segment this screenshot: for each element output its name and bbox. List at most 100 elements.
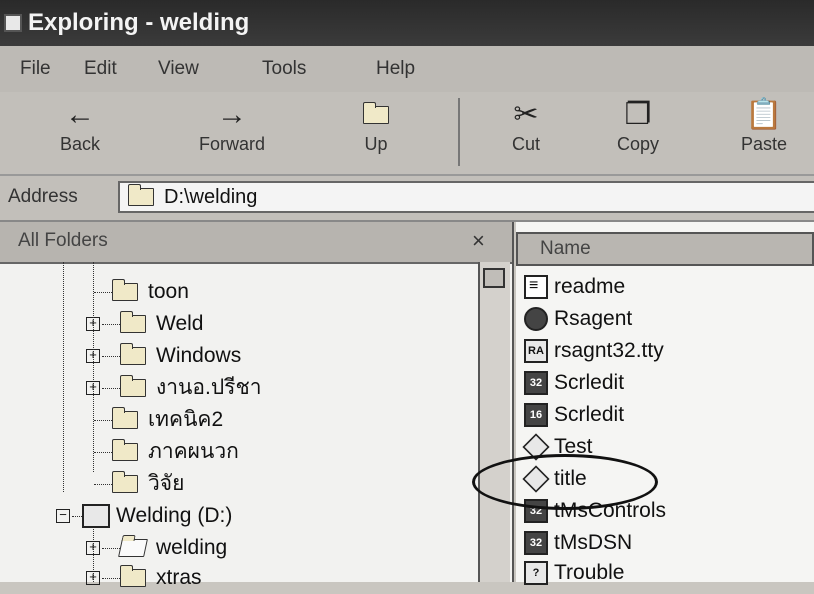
- up-folder-icon: [330, 96, 422, 134]
- copy-label: Copy: [616, 134, 660, 154]
- address-bar: Address D:\welding: [0, 176, 814, 222]
- folder-icon: [120, 343, 146, 366]
- tree-label: ภาคผนวก: [148, 440, 239, 463]
- tree-item-windows[interactable]: + Windows: [86, 340, 241, 372]
- forward-label: Forward: [198, 134, 265, 154]
- copy-icon: ❐: [624, 98, 652, 131]
- toolbar-separator: [458, 98, 460, 166]
- expand-icon[interactable]: +: [86, 348, 100, 364]
- tree-label: Weld: [156, 312, 204, 335]
- folder-icon: [112, 279, 138, 302]
- file-item[interactable]: readme: [524, 272, 625, 302]
- menu-help[interactable]: Help: [376, 58, 415, 80]
- app-32-icon: 32: [524, 371, 548, 396]
- menu-file[interactable]: File: [20, 58, 51, 80]
- app-16-icon: 16: [524, 403, 548, 428]
- copy-button[interactable]: ❐ Copy: [592, 96, 684, 170]
- text-file-icon: [524, 275, 548, 300]
- paste-icon: 📋: [745, 98, 783, 131]
- folder-icon: [112, 407, 138, 430]
- menu-bar: File Edit View Tools Help: [0, 46, 814, 92]
- file-item[interactable]: ? Trouble: [524, 558, 624, 588]
- file-item[interactable]: 32 tMsDSN: [524, 528, 632, 558]
- forward-button[interactable]: → Forward: [186, 96, 278, 170]
- tree-label: งานอ.ปรีชา: [156, 376, 262, 399]
- highlight-circle: [472, 454, 658, 510]
- folder-icon: [112, 471, 138, 494]
- tree-item-thai-3[interactable]: ภาคผนวก: [94, 436, 239, 468]
- tty-file-icon: RA: [524, 339, 548, 364]
- cd-drive-icon: [82, 504, 110, 529]
- address-label: Address: [8, 186, 78, 207]
- file-item[interactable]: RA rsagnt32.tty: [524, 336, 664, 366]
- tree-label: xtras: [156, 566, 202, 589]
- tree-scrollbar[interactable]: [478, 262, 510, 582]
- explorer-app-icon: [4, 14, 22, 32]
- tree-item-thai-4[interactable]: วิจัย: [94, 468, 184, 500]
- tree-line: [94, 419, 112, 421]
- folder-icon: [120, 375, 146, 398]
- expand-icon[interactable]: +: [86, 380, 100, 396]
- folder-panel-title: All Folders: [18, 230, 108, 251]
- window-title: Exploring - welding: [28, 9, 250, 36]
- app-32-icon: 32: [524, 531, 548, 556]
- menu-edit[interactable]: Edit: [84, 58, 117, 80]
- file-item[interactable]: Rsagent: [524, 304, 632, 334]
- folder-tree-panel: All Folders × toon + Weld + Windows + งานอ.…: [0, 222, 514, 589]
- file-name: readme: [554, 275, 626, 298]
- tree-item-welding[interactable]: + welding: [86, 532, 227, 564]
- title-bar: Exploring - welding: [0, 0, 814, 46]
- back-label: Back: [59, 134, 101, 154]
- tree-item-thai-2[interactable]: เทคนิค2: [94, 404, 223, 436]
- tree-label: welding: [156, 536, 228, 559]
- file-name: Scrledit: [554, 371, 625, 394]
- menu-tools[interactable]: Tools: [262, 58, 306, 80]
- scissors-icon: ✂: [513, 98, 539, 131]
- tree-line: [72, 515, 82, 517]
- tree-label: Welding (D:): [116, 504, 233, 527]
- address-value: D:\welding: [164, 185, 258, 208]
- cut-button[interactable]: ✂ Cut: [480, 96, 572, 170]
- tree-line: [102, 577, 120, 579]
- address-input[interactable]: D:\welding: [118, 181, 814, 213]
- menu-view[interactable]: View: [158, 58, 199, 80]
- up-button[interactable]: Up: [330, 96, 422, 170]
- file-name: Rsagent: [554, 307, 633, 330]
- back-arrow-icon: ←: [65, 98, 95, 131]
- close-panel-button[interactable]: ×: [472, 228, 485, 254]
- file-name: Scrledit: [554, 403, 625, 426]
- scroll-up-button[interactable]: [483, 268, 505, 288]
- paste-button[interactable]: 📋 Paste: [718, 96, 810, 170]
- tree-label: Windows: [156, 344, 242, 367]
- paste-label: Paste: [740, 134, 788, 154]
- name-column-header[interactable]: Name: [516, 232, 814, 266]
- folder-icon: [112, 439, 138, 462]
- tree-item-thai-1[interactable]: + งานอ.ปรีชา: [86, 372, 262, 404]
- tree-item-xtras[interactable]: + xtras: [86, 562, 202, 594]
- file-item[interactable]: 32 Scrledit: [524, 368, 624, 398]
- file-name: Trouble: [554, 561, 625, 584]
- tree-item-toon[interactable]: toon: [94, 276, 189, 308]
- tree-label: วิจัย: [148, 472, 185, 495]
- expand-icon[interactable]: +: [86, 570, 100, 586]
- back-button[interactable]: ← Back: [34, 96, 126, 170]
- tree-line: [102, 355, 120, 357]
- tree-line: [102, 323, 120, 325]
- folder-icon: [120, 565, 146, 588]
- tree-item-welding-drive[interactable]: − Welding (D:): [56, 500, 232, 532]
- expand-icon[interactable]: +: [86, 316, 100, 332]
- forward-arrow-icon: →: [217, 98, 247, 131]
- agent-icon: [524, 307, 548, 332]
- folder-icon: [128, 184, 154, 206]
- collapse-icon[interactable]: −: [56, 508, 70, 524]
- file-name: rsagnt32.tty: [554, 339, 664, 362]
- up-label: Up: [364, 134, 388, 154]
- tree-item-weld[interactable]: + Weld: [86, 308, 203, 340]
- tree-label: เทคนิค2: [148, 408, 224, 431]
- tree-label: toon: [148, 280, 189, 303]
- file-item[interactable]: 16 Scrledit: [524, 400, 624, 430]
- folder-icon: [120, 311, 146, 334]
- expand-icon[interactable]: +: [86, 540, 100, 556]
- tree-line: [63, 262, 64, 492]
- tree-line: [94, 483, 112, 485]
